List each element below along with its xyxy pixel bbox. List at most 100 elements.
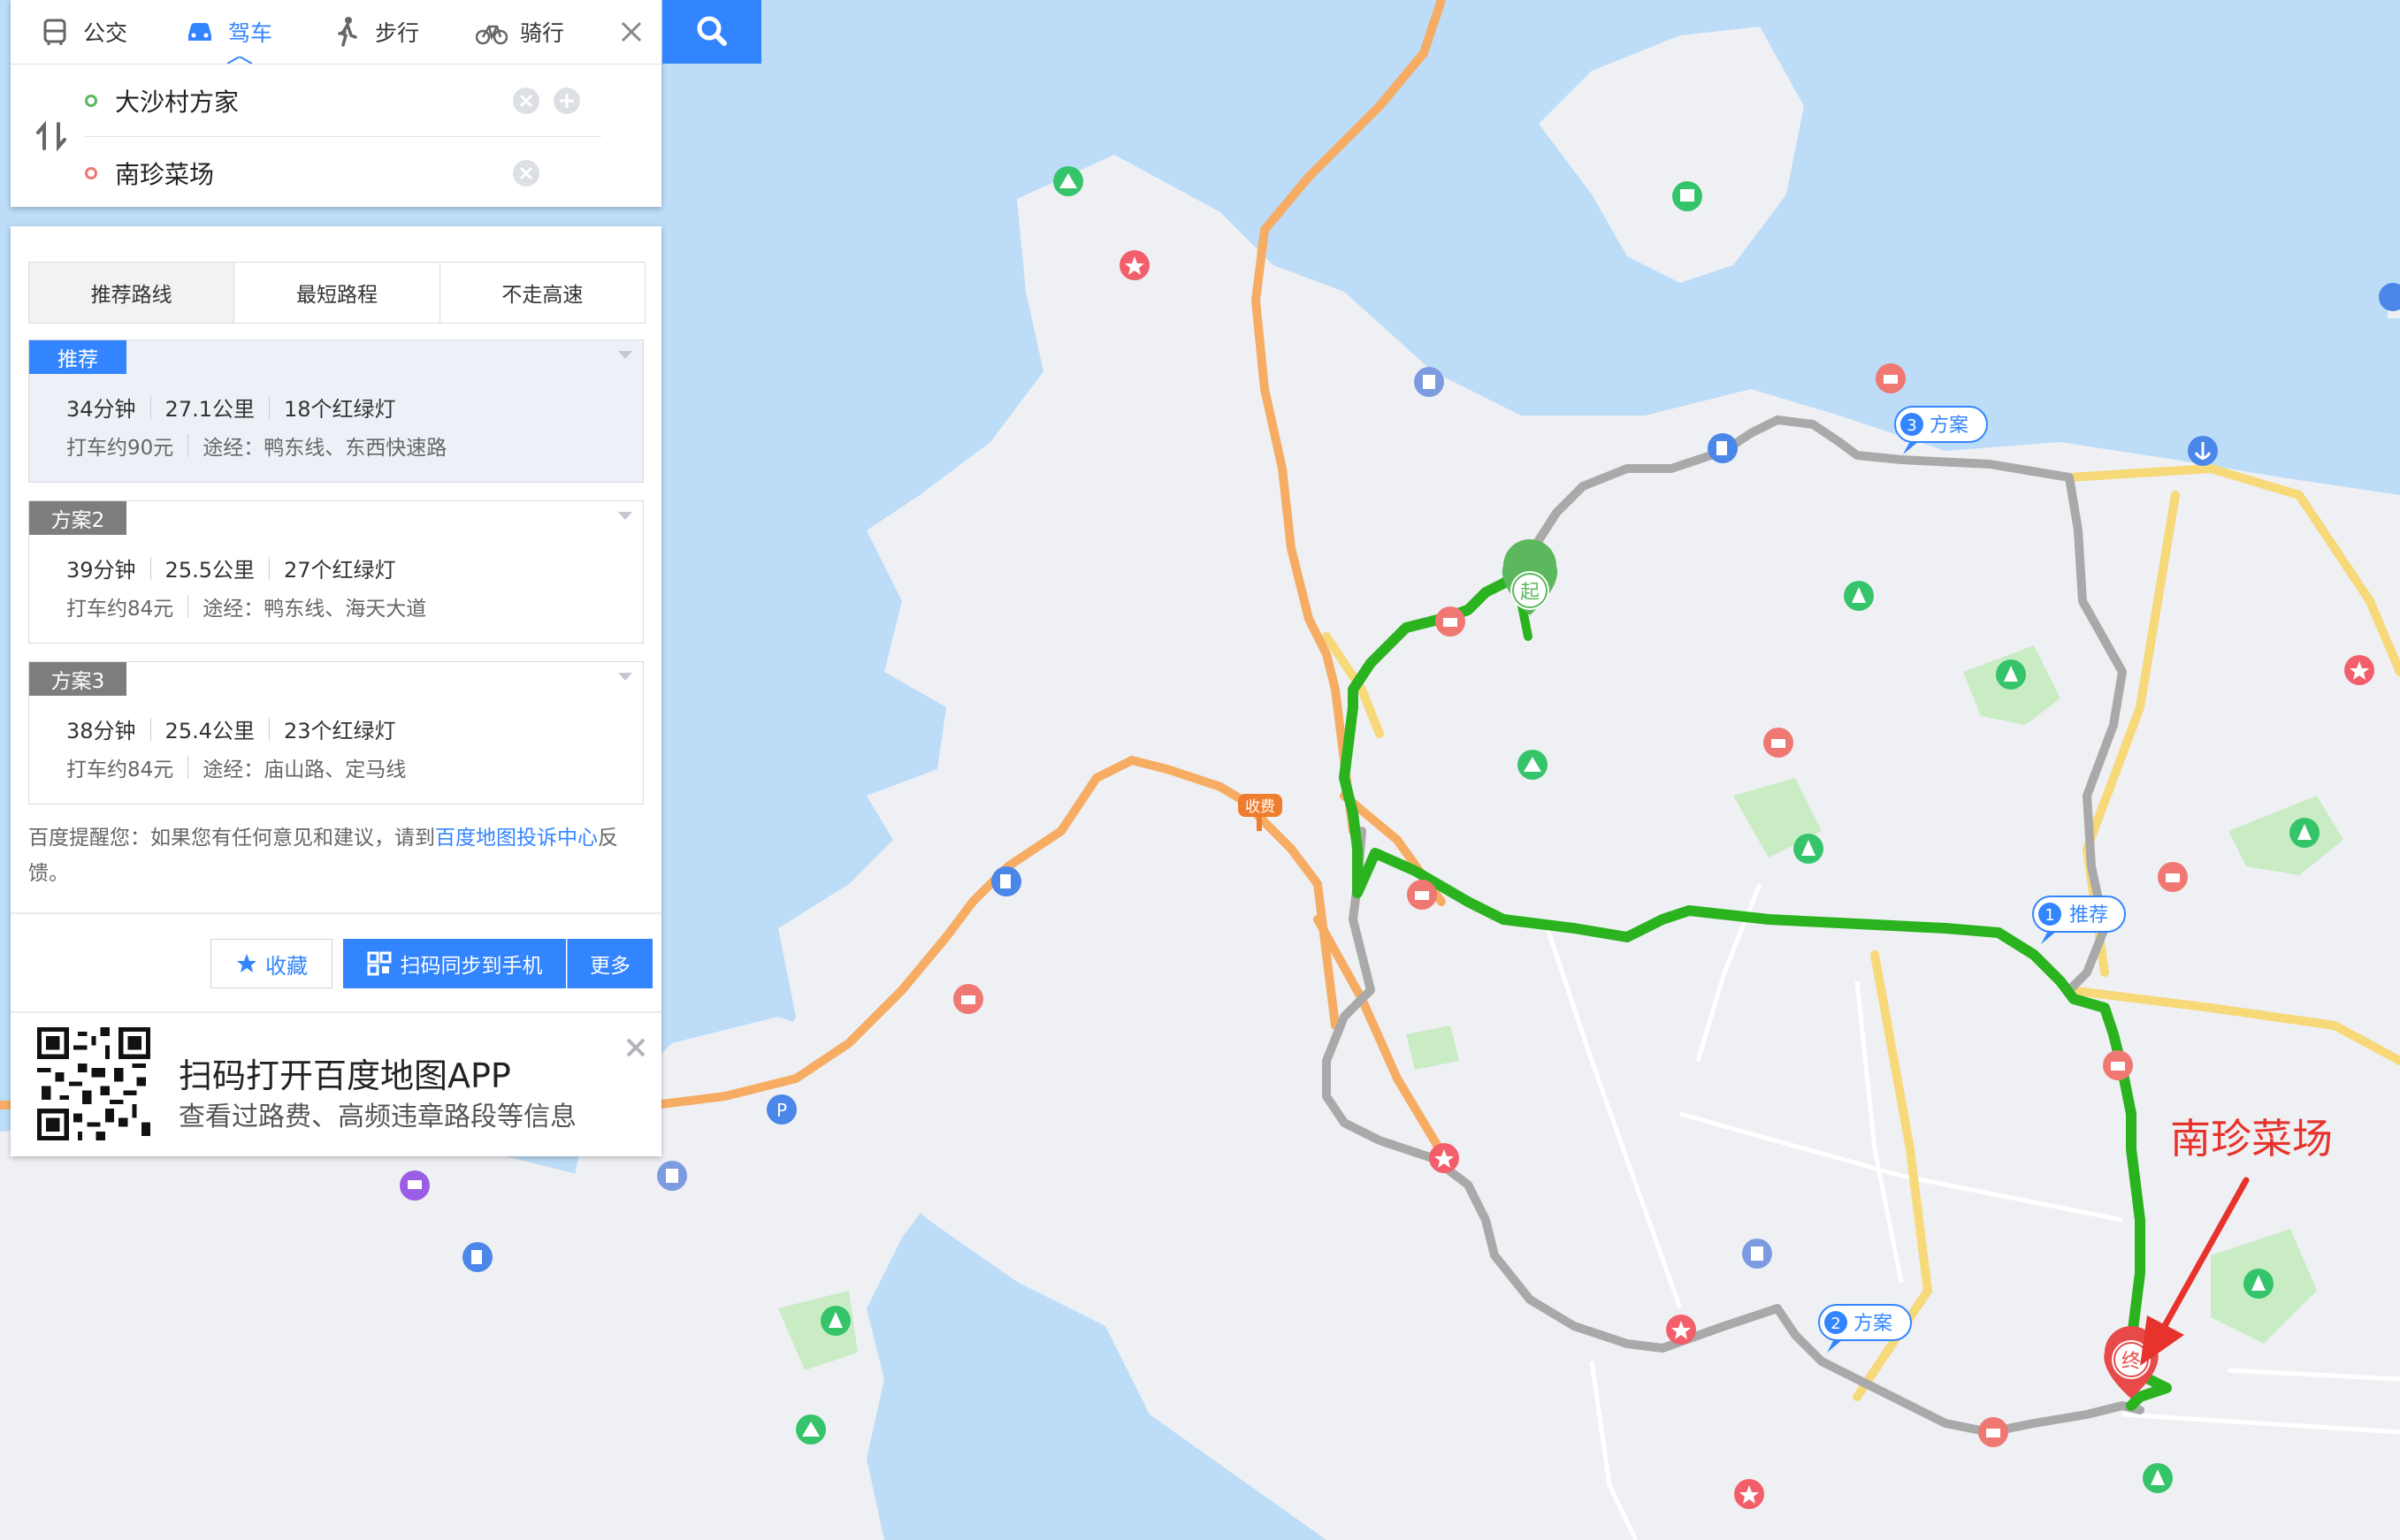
park-tree-icon[interactable]	[2289, 818, 2320, 848]
mountain-icon[interactable]	[796, 1414, 826, 1445]
attraction-star-icon[interactable]	[2344, 655, 2374, 685]
mountain-icon[interactable]	[1517, 750, 1548, 780]
attraction-star-icon[interactable]	[1120, 250, 1150, 280]
route-time: 38分钟	[66, 719, 136, 743]
add-waypoint-icon[interactable]	[552, 86, 582, 116]
sync-to-phone-button[interactable]: 扫码同步到手机	[343, 939, 566, 988]
tab-recommended[interactable]: 推荐路线	[29, 263, 235, 323]
route-strategy-tabs: 推荐路线 最短路程 不走高速	[28, 262, 646, 324]
clear-start-icon[interactable]	[511, 86, 541, 116]
route-tag: 方案2	[29, 501, 126, 535]
route-detail: 打车约84元 途经：庙山路、定马线	[66, 752, 406, 782]
tab-walk-label: 步行	[375, 20, 420, 46]
route-card-2[interactable]: 方案2 39分钟 25.5公里 27个红绿灯 打车约84元 途经：鸭东线、海天大…	[28, 500, 644, 644]
clear-end-icon[interactable]	[511, 158, 541, 188]
route-via: 途经：鸭东线、海天大道	[203, 598, 427, 621]
start-dot-icon	[85, 95, 97, 107]
svg-text:方案: 方案	[1854, 1313, 1892, 1335]
tab-drive[interactable]: 驾车	[184, 0, 272, 64]
park-tree-icon[interactable]	[1793, 834, 1823, 864]
tab-walk[interactable]: 步行	[331, 0, 419, 64]
gas-station-icon[interactable]	[991, 866, 1021, 896]
tab-bike-label: 骑行	[520, 20, 565, 46]
route-card-1[interactable]: 推荐 34分钟 27.1公里 18个红绿灯 打车约90元 途经：鸭东线、东西快速…	[28, 339, 644, 483]
qr-scan-icon	[367, 951, 391, 976]
svg-text:推荐: 推荐	[2069, 904, 2108, 926]
start-input-text: 大沙村方家	[115, 88, 240, 117]
active-tab-indicator	[227, 57, 252, 64]
anchor-icon[interactable]	[2188, 436, 2218, 466]
directions-panel: 公交 驾车 步行 骑行 大沙村方家 南珍菜场	[11, 0, 661, 207]
start-marker-label: 起	[1520, 582, 1540, 604]
restaurant-icon[interactable]	[2103, 1050, 2133, 1080]
divider	[11, 1011, 661, 1013]
restaurant-icon[interactable]	[1407, 880, 1437, 910]
end-marker-label: 终	[2121, 1351, 2141, 1373]
bus-icon	[43, 19, 66, 45]
tab-drive-label: 驾车	[228, 20, 273, 46]
sync-label: 扫码同步到手机	[400, 955, 543, 978]
search-button[interactable]	[662, 0, 761, 64]
restaurant-icon[interactable]	[1435, 606, 1465, 637]
divider	[11, 912, 661, 914]
park-tree-icon[interactable]	[1844, 581, 1874, 611]
swap-icon[interactable]	[34, 120, 69, 152]
tab-bus-label: 公交	[83, 20, 128, 46]
app-promo-title: 扫码打开百度地图APP	[179, 1056, 511, 1095]
building-icon[interactable]	[1742, 1239, 1772, 1269]
park-tree-icon[interactable]	[2143, 1463, 2173, 1493]
tab-no-highway[interactable]: 不走高速	[440, 263, 645, 323]
tab-shortest[interactable]: 最短路程	[234, 263, 440, 323]
route-time: 39分钟	[66, 558, 136, 583]
close-icon[interactable]	[612, 12, 651, 51]
expand-arrow-icon[interactable]	[618, 673, 632, 681]
hotel-icon[interactable]	[400, 1170, 430, 1201]
mountain-icon[interactable]	[1053, 166, 1083, 196]
parking-icon[interactable]: P	[767, 1094, 797, 1125]
favorite-label: 收藏	[265, 953, 308, 979]
restaurant-icon[interactable]	[1763, 728, 1793, 758]
tab-bike[interactable]: 骑行	[476, 0, 564, 64]
park-tree-icon[interactable]	[1672, 181, 1702, 211]
park-tree-icon[interactable]	[821, 1306, 851, 1336]
restaurant-icon[interactable]	[953, 984, 983, 1014]
route-taxi: 打车约84元	[66, 759, 174, 781]
svg-text:P: P	[776, 1100, 787, 1121]
gas-station-icon[interactable]	[462, 1242, 493, 1272]
route-summary: 34分钟 27.1公里 18个红绿灯	[66, 392, 396, 423]
bicycle-icon	[476, 25, 508, 45]
more-button[interactable]: 更多	[567, 939, 653, 988]
building-icon[interactable]	[1414, 367, 1444, 397]
end-input-text: 南珍菜场	[115, 160, 215, 189]
route-distance: 25.4公里	[164, 719, 255, 743]
restaurant-icon[interactable]	[2158, 862, 2188, 892]
gas-station-icon[interactable]	[1708, 433, 1738, 463]
route-summary: 38分钟 25.4公里 23个红绿灯	[66, 713, 396, 744]
expand-arrow-icon[interactable]	[618, 351, 632, 359]
route-taxi: 打车约84元	[66, 598, 174, 621]
favorite-button[interactable]: 收藏	[210, 939, 332, 988]
route-time: 34分钟	[66, 397, 136, 422]
notice-prefix: 百度提醒您：如果您有任何意见和建议，请到	[28, 827, 435, 850]
attraction-star-icon[interactable]	[1734, 1479, 1764, 1509]
qr-code-image	[37, 1027, 150, 1140]
svg-text:1: 1	[2045, 906, 2054, 925]
tab-bus[interactable]: 公交	[39, 0, 127, 64]
restaurant-icon[interactable]	[1876, 363, 1906, 393]
attraction-star-icon[interactable]	[1429, 1143, 1459, 1173]
attraction-star-icon[interactable]	[1666, 1315, 1696, 1345]
route-distance: 25.5公里	[164, 558, 255, 583]
route-detail: 打车约90元 途经：鸭东线、东西快速路	[66, 431, 447, 461]
restaurant-icon[interactable]	[1978, 1417, 2008, 1447]
complaint-center-link[interactable]: 百度地图投诉中心	[435, 827, 598, 850]
travel-mode-tabs: 公交 驾车 步行 骑行	[11, 0, 661, 65]
building-icon[interactable]	[657, 1161, 687, 1191]
route-tag: 推荐	[29, 340, 126, 374]
close-icon[interactable]	[621, 1033, 651, 1063]
route-via: 途经：鸭东线、东西快速路	[203, 437, 447, 460]
route-card-3[interactable]: 方案3 38分钟 25.4公里 23个红绿灯 打车约84元 途经：庙山路、定马线	[28, 661, 644, 804]
route-detail: 打车约84元 途经：鸭东线、海天大道	[66, 591, 426, 621]
expand-arrow-icon[interactable]	[618, 512, 632, 520]
park-tree-icon[interactable]	[2243, 1269, 2274, 1299]
park-tree-icon[interactable]	[1996, 659, 2026, 690]
